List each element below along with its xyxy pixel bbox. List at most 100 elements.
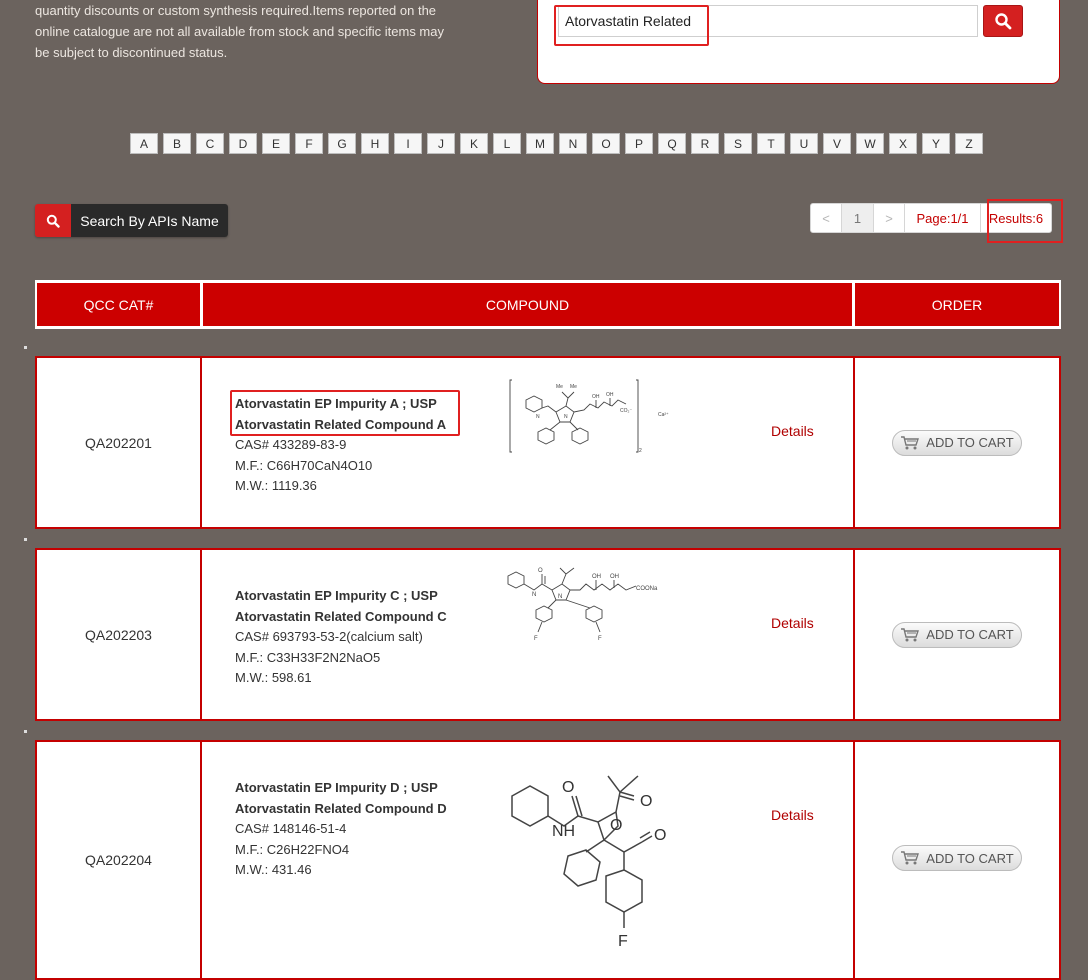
alphabet-button-l[interactable]: L <box>493 133 521 154</box>
compound-mf: M.F.: C26H22FNO4 <box>235 841 350 857</box>
compound-name[interactable]: Atorvastatin Related Compound D <box>235 799 447 820</box>
alphabet-button-h[interactable]: H <box>361 133 389 154</box>
page-number-button[interactable]: 1 <box>842 204 874 232</box>
structure-label: NH <box>552 823 575 840</box>
compound-info: Atorvastatin EP Impurity C ; USP Atorvas… <box>235 586 447 689</box>
header-compound: COMPOUND <box>203 283 852 326</box>
alphabet-button-o[interactable]: O <box>592 133 620 154</box>
table-header: QCC CAT# COMPOUND ORDER <box>35 280 1061 329</box>
compound-name[interactable]: Atorvastatin EP Impurity A ; USP <box>235 394 446 415</box>
add-to-cart-label: ADD TO CART <box>926 850 1014 866</box>
intro-line: quantity discounts or custom synthesis r… <box>35 3 437 18</box>
search-panel <box>537 0 1060 84</box>
alphabet-button-w[interactable]: W <box>856 133 884 154</box>
compound-mw: M.W.: 598.61 <box>235 670 312 685</box>
alphabet-button-u[interactable]: U <box>790 133 818 154</box>
structure-label: CO₂⁻ <box>620 408 632 414</box>
details-link[interactable]: Details <box>771 807 814 823</box>
search-button[interactable] <box>983 5 1023 37</box>
structure-label: O <box>562 779 574 796</box>
alphabet-button-t[interactable]: T <box>757 133 785 154</box>
compound-name[interactable]: Atorvastatin EP Impurity D ; USP <box>235 778 447 799</box>
bullet-dot <box>24 346 27 349</box>
compound-info: Atorvastatin EP Impurity A ; USP Atorvas… <box>235 394 446 497</box>
compound-cas: CAS# 433289-83-9 <box>235 437 347 452</box>
alphabet-button-z[interactable]: Z <box>955 133 983 154</box>
compound-cas: CAS# 148146-51-4 <box>235 821 347 836</box>
table-row: QA202203 Atorvastatin EP Impurity C ; US… <box>35 548 1061 721</box>
add-to-cart-label: ADD TO CART <box>926 435 1014 450</box>
add-to-cart-button[interactable]: ADD TO CART <box>892 429 1022 456</box>
alphabet-button-f[interactable]: F <box>295 133 323 154</box>
structure-label: F <box>618 933 628 950</box>
search-by-api-button[interactable]: Search By APIs Name <box>35 204 228 237</box>
alphabet-button-c[interactable]: C <box>196 133 224 154</box>
alphabet-button-v[interactable]: V <box>823 133 851 154</box>
details-link[interactable]: Details <box>771 423 814 439</box>
pagination: < 1 > Page:1/1 Results:6 <box>810 203 1052 233</box>
structure-label: F <box>534 636 538 642</box>
alphabet-button-b[interactable]: B <box>163 133 191 154</box>
compound-name[interactable]: Atorvastatin Related Compound A <box>235 415 446 436</box>
alphabet-button-g[interactable]: G <box>328 133 356 154</box>
structure-label: Me <box>556 384 563 390</box>
structure-label: O <box>538 568 543 574</box>
search-icon <box>995 13 1012 30</box>
intro-line: online catalogue are not all available f… <box>35 24 444 39</box>
details-link[interactable]: Details <box>771 615 814 631</box>
structure-image: O O O O NH F <box>511 775 666 950</box>
alphabet-button-d[interactable]: D <box>229 133 257 154</box>
structure-image: OH OH N N O COONa F F <box>507 567 658 642</box>
structure-label: O <box>640 793 652 810</box>
compound-name[interactable]: Atorvastatin Related Compound C <box>235 607 447 628</box>
alphabet-button-p[interactable]: P <box>625 133 653 154</box>
results-count: Results:6 <box>988 210 1044 226</box>
alphabet-filter: ABCDEFGHIJKLMNOPQRSTUVWXYZ <box>130 133 983 156</box>
structure-label: F <box>598 636 602 642</box>
compound-cell: Atorvastatin EP Impurity A ; USP Atorvas… <box>202 358 855 527</box>
cart-icon <box>901 435 920 449</box>
compound-cell: Atorvastatin EP Impurity D ; USP Atorvas… <box>202 742 855 978</box>
alphabet-button-a[interactable]: A <box>130 133 158 154</box>
header-order: ORDER <box>855 283 1059 326</box>
cat-number: QA202203 <box>37 550 202 719</box>
structure-label: N <box>564 414 568 420</box>
compound-mw: M.W.: 1119.36 <box>235 478 317 493</box>
structure-label: OH <box>592 574 601 580</box>
structure-label: Me <box>570 384 577 390</box>
alphabet-button-q[interactable]: Q <box>658 133 686 154</box>
compound-mw: M.W.: 431.46 <box>235 862 312 877</box>
compound-name[interactable]: Atorvastatin EP Impurity C ; USP <box>235 586 447 607</box>
page-info: Page:1/1 <box>905 204 981 232</box>
alphabet-button-e[interactable]: E <box>262 133 290 154</box>
alphabet-button-x[interactable]: X <box>889 133 917 154</box>
add-to-cart-label: ADD TO CART <box>926 627 1014 642</box>
cart-icon <box>901 851 920 865</box>
compound-cell: Atorvastatin EP Impurity C ; USP Atorvas… <box>202 550 855 719</box>
alphabet-button-n[interactable]: N <box>559 133 587 154</box>
alphabet-button-y[interactable]: Y <box>922 133 950 154</box>
add-to-cart-button[interactable]: ADD TO CART <box>892 845 1022 871</box>
alphabet-button-k[interactable]: K <box>460 133 488 154</box>
compound-mf: M.F.: C66H70CaN4O10 <box>235 457 373 473</box>
table-row: QA202204 Atorvastatin EP Impurity D ; US… <box>35 740 1061 980</box>
search-input[interactable] <box>558 5 978 37</box>
alphabet-button-i[interactable]: I <box>394 133 422 154</box>
alphabet-button-r[interactable]: R <box>691 133 719 154</box>
structure-label: O <box>610 817 622 834</box>
structure-label: 2 <box>639 448 642 454</box>
alphabet-button-j[interactable]: J <box>427 133 455 154</box>
alphabet-button-s[interactable]: S <box>724 133 752 154</box>
next-page-button[interactable]: > <box>874 204 905 232</box>
table-row: QA202201 Atorvastatin EP Impurity A ; US… <box>35 356 1061 529</box>
bullet-dot <box>24 538 27 541</box>
add-to-cart-button[interactable]: ADD TO CART <box>892 621 1022 648</box>
compound-cas: CAS# 693793-53-2(calcium salt) <box>235 629 423 644</box>
structure-label: O <box>654 827 666 844</box>
structure-label: Ca²⁺ <box>658 412 669 418</box>
search-icon <box>46 214 60 228</box>
structure-label: OH <box>610 574 619 580</box>
prev-page-button[interactable]: < <box>811 204 842 232</box>
order-cell: ADD TO CART <box>855 742 1059 978</box>
alphabet-button-m[interactable]: M <box>526 133 554 154</box>
